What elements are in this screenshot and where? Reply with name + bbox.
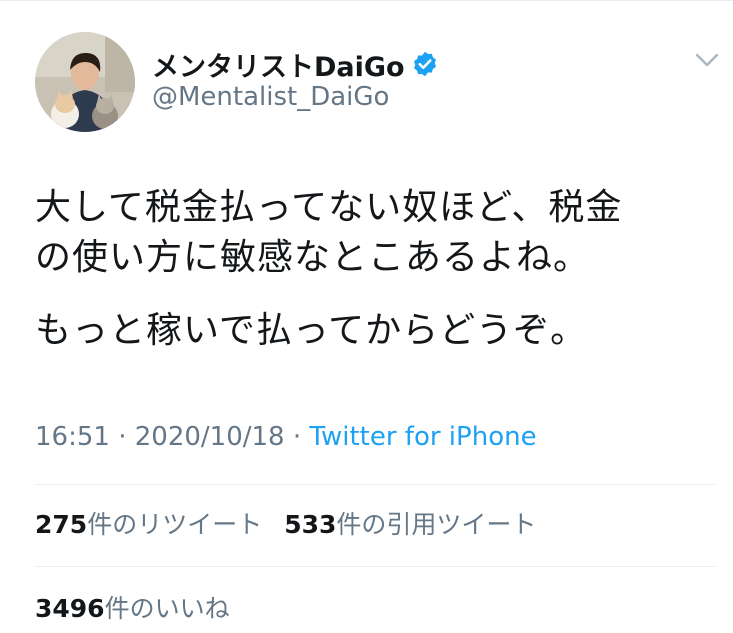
divider <box>35 484 715 485</box>
meta-separator: · <box>284 422 310 452</box>
retweets-stat[interactable]: 275件のリツイート <box>35 510 262 539</box>
likes-label: 件のいいね <box>104 594 230 623</box>
quotes-count: 533 <box>284 510 337 539</box>
tweet-text: 大して税金払ってない奴ほど、税金 の使い方に敏感なとこあるよね。 もっと稼いで払… <box>35 183 715 356</box>
tweet-line: の使い方に敏感なとこあるよね。 <box>35 237 591 278</box>
chevron-down-icon[interactable] <box>693 50 721 70</box>
tweet-source-link[interactable]: Twitter for iPhone <box>309 422 536 452</box>
tweet-date[interactable]: 2020/10/18 <box>135 422 285 452</box>
user-name-row: メンタリストDaiGo <box>152 44 439 84</box>
retweets-count: 275 <box>35 510 88 539</box>
tweet-time[interactable]: 16:51 <box>35 422 110 452</box>
tweet-meta: 16:51 · 2020/10/18 · Twitter for iPhone <box>35 422 537 452</box>
engagement-stats: 275件のリツイート 533件の引用ツイート <box>35 505 536 541</box>
avatar-image <box>35 32 135 132</box>
likes-count: 3496 <box>35 594 105 623</box>
verified-badge-icon <box>411 50 439 78</box>
user-handle[interactable]: @Mentalist_DaiGo <box>152 82 389 112</box>
retweets-label: 件のリツイート <box>87 510 263 539</box>
meta-separator: · <box>109 422 135 452</box>
tweet-line: 大して税金払ってない奴ほど、税金 <box>35 187 623 228</box>
quotes-stat[interactable]: 533件の引用ツイート <box>284 510 536 539</box>
display-name[interactable]: メンタリストDaiGo <box>152 45 405 84</box>
avatar[interactable] <box>35 32 135 132</box>
quotes-label: 件の引用ツイート <box>336 510 537 539</box>
divider <box>35 566 715 567</box>
likes-stat[interactable]: 3496件のいいね <box>35 589 230 625</box>
top-divider <box>0 0 733 1</box>
tweet-line: もっと稼いで払ってからどうぞ。 <box>35 310 588 351</box>
